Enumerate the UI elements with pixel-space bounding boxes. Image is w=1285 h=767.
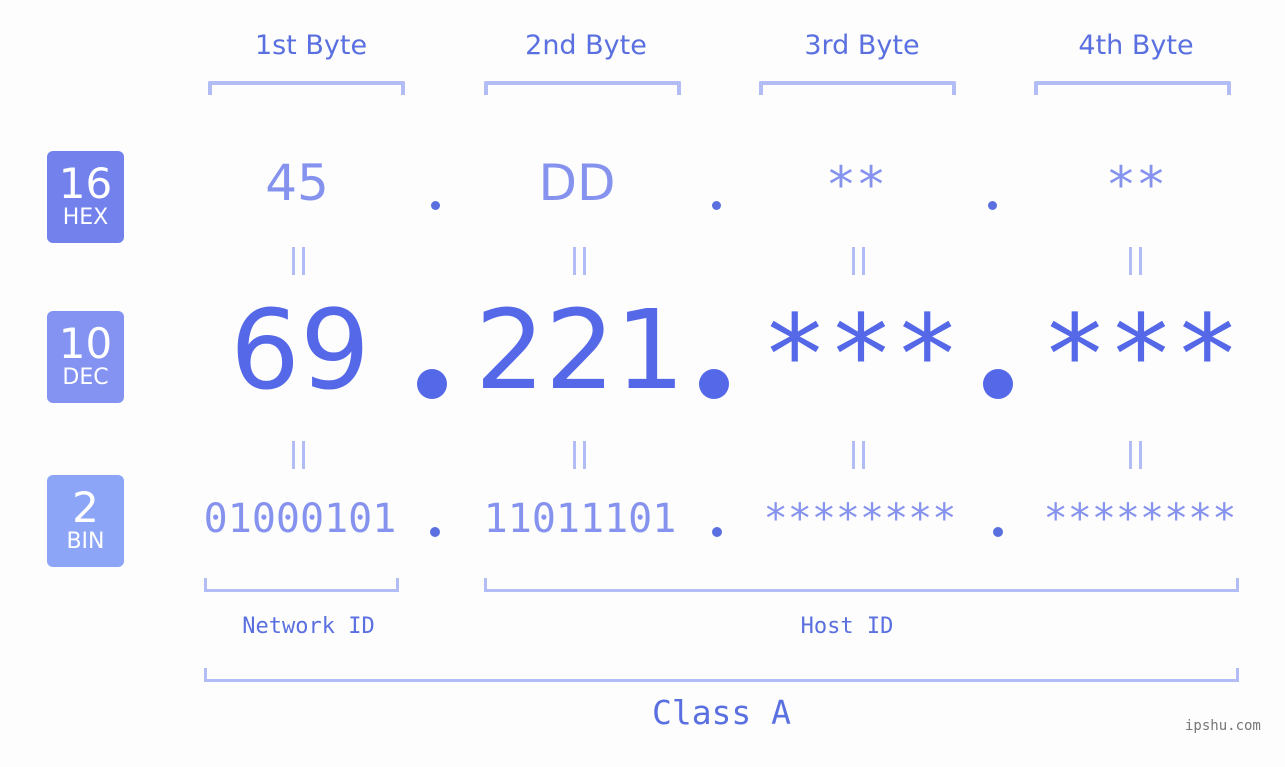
network-id-bracket [204, 578, 399, 592]
equals-icon [571, 441, 587, 469]
class-bracket [204, 668, 1239, 682]
dec-byte-2: 221 [475, 286, 685, 414]
bin-badge-number: 2 [72, 483, 99, 532]
hex-badge-number: 16 [58, 159, 113, 208]
byte-header-4: 4th Byte [1078, 30, 1194, 61]
dec-byte-1: 69 [230, 286, 370, 414]
watermark: ipshu.com [1185, 718, 1261, 734]
host-id-label: Host ID [800, 614, 894, 639]
equals-icon [850, 247, 866, 275]
hex-dot-3 [988, 201, 997, 210]
hex-byte-3: ** [825, 156, 887, 214]
dec-badge-number: 10 [58, 319, 113, 368]
dec-dot-1 [417, 369, 447, 399]
byte-header-2: 2nd Byte [525, 30, 647, 61]
bin-dot-3 [993, 527, 1003, 537]
dec-badge: 10 DEC [47, 311, 124, 403]
bin-byte-2: 11011101 [483, 496, 677, 542]
byte-header-1: 1st Byte [254, 30, 368, 61]
hex-byte-4: ** [1105, 156, 1167, 214]
byte-bracket-4 [1034, 81, 1231, 95]
hex-dot-1 [431, 201, 440, 210]
class-label: Class A [651, 693, 792, 732]
byte-bracket-1 [208, 81, 405, 95]
dec-dot-3 [983, 369, 1013, 399]
hex-byte-2: DD [538, 154, 616, 212]
equals-icon [1127, 441, 1143, 469]
hex-byte-1: 45 [265, 154, 329, 212]
equals-icon [290, 247, 306, 275]
hex-badge: 16 HEX [47, 151, 124, 243]
equals-icon [850, 441, 866, 469]
bin-dot-2 [712, 527, 722, 537]
dec-dot-2 [699, 369, 729, 399]
equals-icon [571, 247, 587, 275]
bin-dot-1 [430, 527, 440, 537]
bin-badge: 2 BIN [47, 475, 124, 567]
bin-byte-3: ******** [763, 496, 957, 542]
byte-bracket-2 [484, 81, 681, 95]
bin-byte-1: 01000101 [203, 496, 397, 542]
bin-byte-4: ******** [1043, 496, 1237, 542]
equals-icon [1127, 247, 1143, 275]
equals-icon [290, 441, 306, 469]
hex-dot-2 [712, 201, 721, 210]
dec-badge-label: DEC [62, 365, 109, 390]
host-id-bracket [484, 578, 1239, 592]
network-id-label: Network ID [242, 614, 375, 639]
byte-bracket-3 [759, 81, 956, 95]
hex-badge-label: HEX [62, 205, 109, 230]
bin-badge-label: BIN [66, 529, 105, 554]
dec-byte-3: *** [761, 291, 961, 419]
dec-byte-4: *** [1041, 291, 1241, 419]
byte-header-3: 3rd Byte [804, 30, 920, 61]
